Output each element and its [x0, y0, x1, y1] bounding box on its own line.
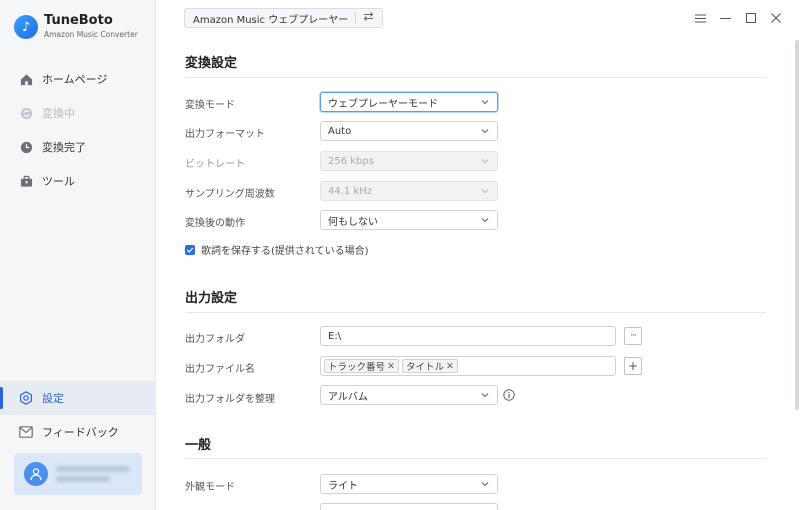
tag-label: トラック番号: [328, 362, 386, 373]
sidebar-item-home[interactable]: ホームページ: [0, 62, 156, 96]
remove-tag-icon[interactable]: ✕: [387, 361, 395, 372]
organize-folder-select[interactable]: アルバム: [320, 385, 498, 405]
brand: ♪ TuneBoto Amazon Music Converter: [14, 14, 138, 40]
section-divider: [185, 312, 766, 313]
mail-icon: [19, 425, 33, 439]
conversion-mode-label: 変換モード: [185, 100, 235, 111]
sidebar-item-settings[interactable]: 設定: [0, 381, 156, 415]
settings-icon: [19, 391, 33, 405]
section-title-general: 一般: [185, 438, 212, 453]
save-lyrics-label: 歌詞を保存する(提供されている場合): [201, 246, 369, 257]
output-filename-field[interactable]: トラック番号 ✕ タイトル ✕: [320, 356, 616, 376]
sidebar: ♪ TuneBoto Amazon Music Converter ホームページ…: [0, 0, 156, 510]
scrollbar-thumb[interactable]: [795, 40, 799, 410]
checkmark-icon: [186, 247, 194, 253]
output-folder-label: 出力フォルダ: [185, 334, 245, 345]
user-avatar-icon: [24, 462, 48, 486]
maximize-icon[interactable]: [738, 9, 763, 27]
tag-label: タイトル: [405, 362, 444, 373]
chevron-down-icon: [481, 393, 489, 398]
info-icon[interactable]: [503, 389, 515, 401]
sample-rate-value: 44.1 kHz: [328, 185, 373, 197]
plus-icon: +: [627, 359, 639, 373]
window-controls: [688, 9, 788, 27]
source-label: Amazon Music ウェブプレーヤー: [193, 14, 349, 26]
filename-tag-track-number: トラック番号 ✕: [324, 359, 399, 373]
toolbox-icon: [19, 174, 33, 188]
appearance-mode-label: 外観モード: [185, 482, 235, 493]
sync-icon: [19, 106, 33, 120]
add-filename-tag-button[interactable]: +: [624, 357, 642, 375]
section-title-output: 出力設定: [185, 291, 238, 306]
brand-name: TuneBoto: [44, 13, 113, 28]
home-icon: [19, 72, 33, 86]
next-setting-select-partial[interactable]: [320, 503, 498, 510]
appearance-mode-value: ライト: [328, 480, 358, 492]
chevron-down-icon: [481, 129, 489, 134]
sidebar-item-feedback[interactable]: フィードバック: [0, 415, 156, 449]
output-format-select[interactable]: Auto: [320, 121, 498, 141]
section-title-conversion: 変換設定: [185, 56, 238, 71]
remove-tag-icon[interactable]: ✕: [446, 361, 454, 372]
save-lyrics-option[interactable]: 歌詞を保存する(提供されている場合): [185, 242, 369, 257]
chevron-down-icon: [481, 159, 489, 164]
sidebar-item-tools[interactable]: ツール: [0, 164, 156, 198]
conversion-mode-select[interactable]: ウェブプレーヤーモード: [320, 92, 498, 112]
main-nav: ホームページ 変換中 変換完了 ツール: [0, 62, 156, 198]
sidebar-item-label: 変換中: [42, 107, 75, 120]
output-folder-value: E:\: [328, 330, 342, 342]
scrollbar[interactable]: [794, 40, 800, 510]
menu-icon[interactable]: [688, 9, 713, 27]
chevron-down-icon: [481, 482, 489, 487]
section-divider: [185, 77, 766, 78]
conversion-mode-value: ウェブプレーヤーモード: [328, 98, 438, 110]
more-icon: ···: [630, 331, 637, 341]
section-divider: [185, 458, 766, 459]
sidebar-item-label: 変換完了: [42, 141, 86, 154]
organize-folder-label: 出力フォルダを整理: [185, 394, 275, 405]
sidebar-item-converted[interactable]: 変換完了: [0, 130, 156, 164]
bitrate-select: 256 kbps: [320, 151, 498, 171]
sidebar-item-converting[interactable]: 変換中: [0, 96, 156, 130]
sidebar-item-label: ホームページ: [42, 73, 108, 86]
bitrate-label: ビットレート: [185, 159, 245, 170]
chevron-down-icon: [481, 218, 489, 223]
sidebar-item-label: 設定: [42, 392, 64, 405]
sidebar-item-label: フィードバック: [42, 426, 119, 439]
after-conversion-select[interactable]: 何もしない: [320, 210, 498, 230]
sample-rate-select: 44.1 kHz: [320, 181, 498, 201]
save-lyrics-checkbox[interactable]: [185, 244, 195, 255]
user-account-card[interactable]: [14, 453, 142, 495]
minimize-icon[interactable]: [713, 9, 738, 27]
sidebar-item-label: ツール: [42, 175, 75, 188]
filename-tag-title: タイトル ✕: [401, 359, 458, 373]
brand-subtitle: Amazon Music Converter: [44, 30, 138, 39]
output-folder-input[interactable]: E:\: [320, 326, 616, 346]
after-conversion-label: 変換後の動作: [185, 218, 245, 229]
clock-icon: [19, 140, 33, 154]
output-format-value: Auto: [328, 125, 352, 137]
output-format-label: 出力フォーマット: [185, 129, 265, 140]
organize-folder-value: アルバム: [328, 391, 368, 403]
source-switch-button[interactable]: Amazon Music ウェブプレーヤー: [184, 8, 384, 28]
chevron-down-icon: [481, 189, 489, 194]
chevron-down-icon: [481, 100, 489, 105]
appearance-mode-select[interactable]: ライト: [320, 474, 498, 494]
browse-folder-button[interactable]: ···: [624, 327, 642, 345]
after-conversion-value: 何もしない: [328, 216, 378, 228]
bitrate-value: 256 kbps: [328, 155, 374, 167]
swap-icon: [363, 12, 374, 24]
output-filename-label: 出力ファイル名: [185, 364, 255, 375]
bottom-nav: 設定 フィードバック: [0, 381, 156, 449]
close-icon[interactable]: [763, 9, 788, 27]
music-note-logo-icon: ♪: [14, 15, 38, 39]
sample-rate-label: サンプリング周波数: [185, 189, 275, 200]
user-info-blurred: [56, 462, 130, 486]
